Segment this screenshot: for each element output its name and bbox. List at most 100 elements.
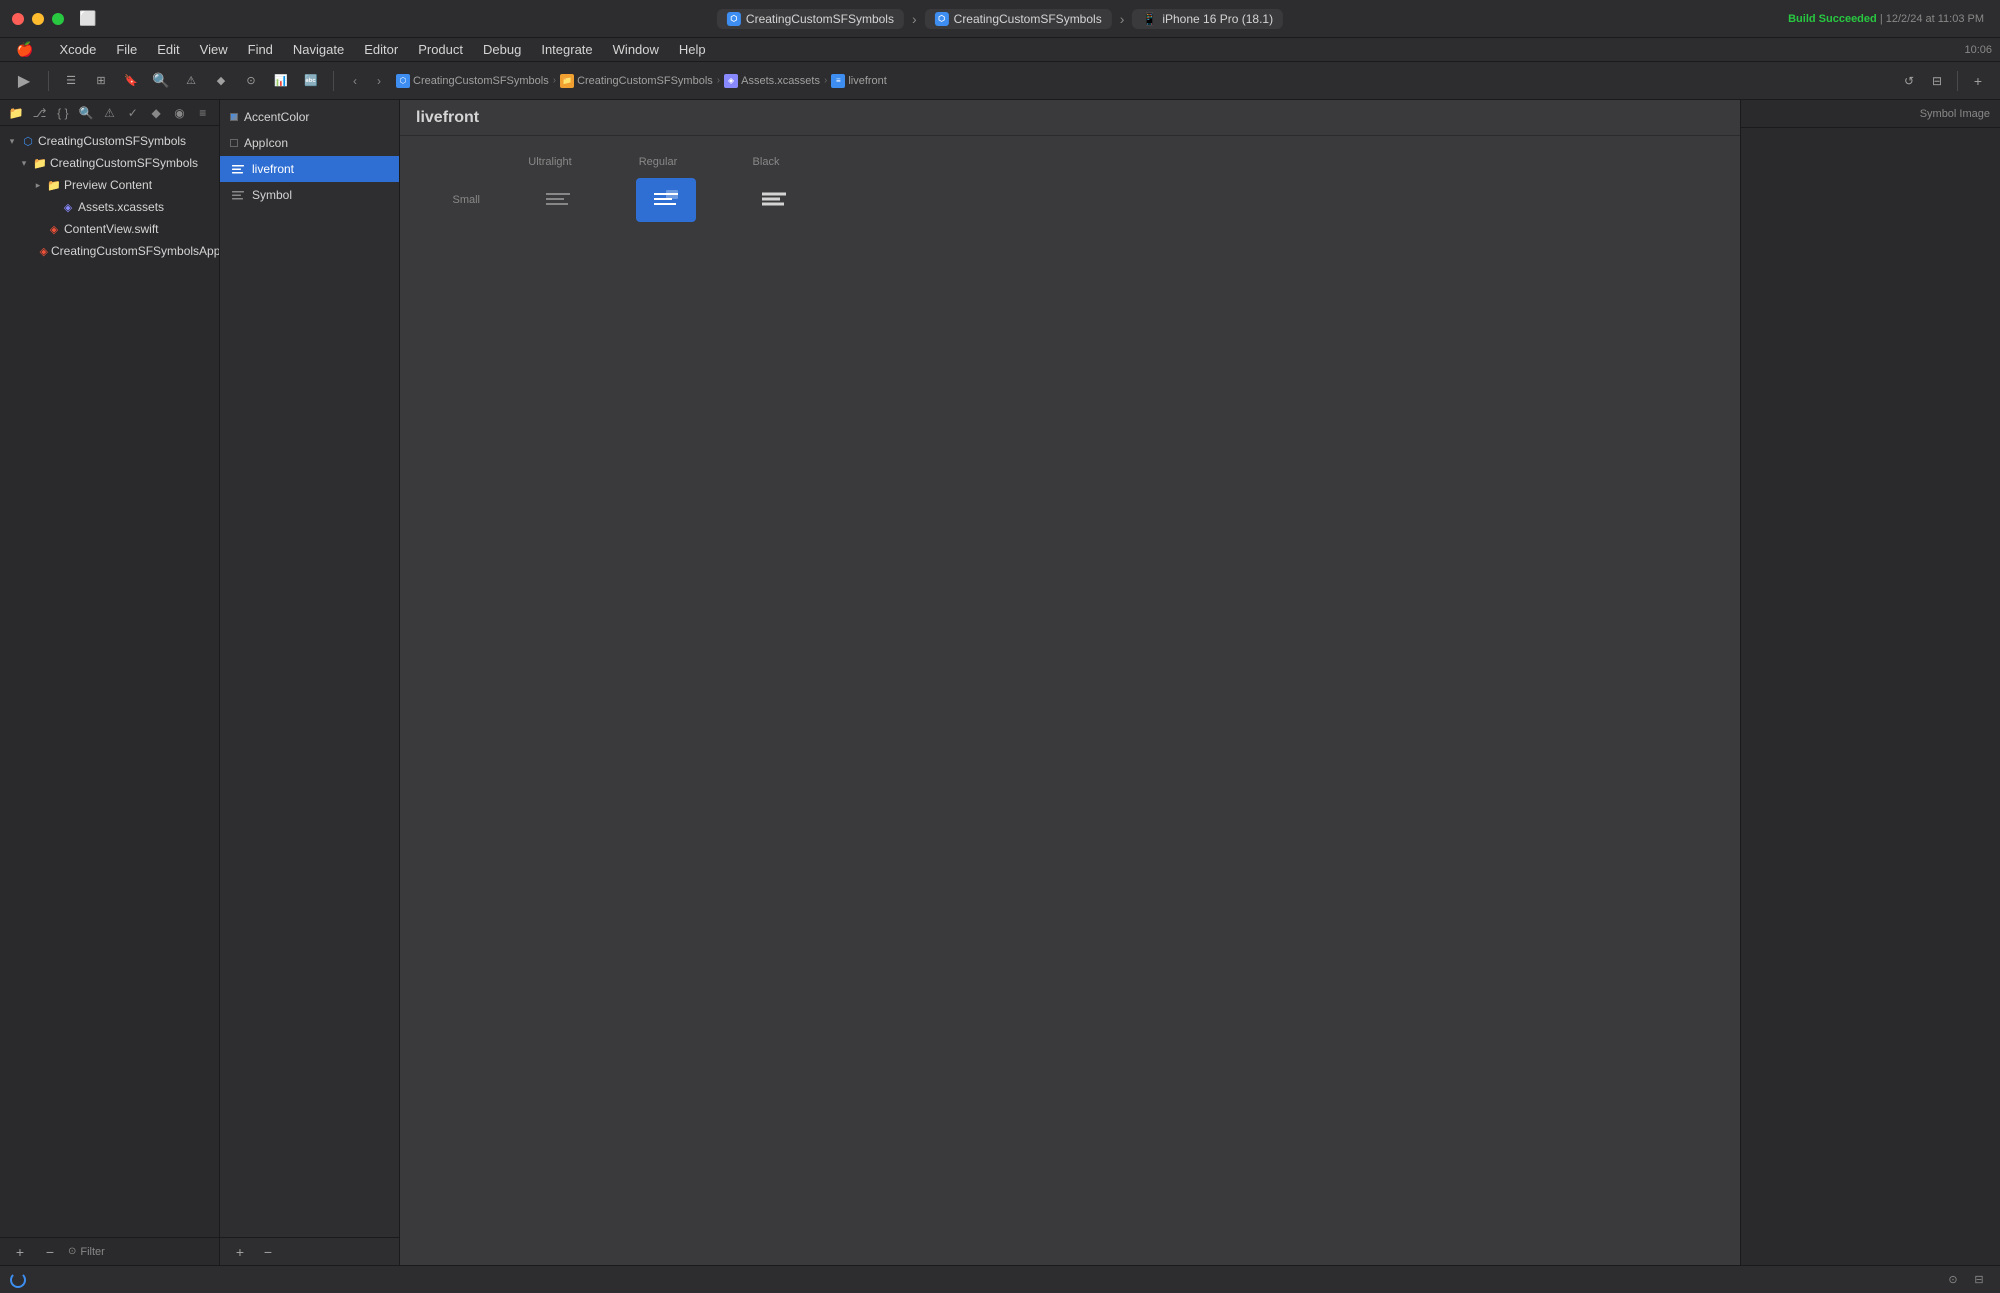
menu-edit[interactable]: Edit [149, 40, 187, 59]
device-tab[interactable]: 📱 iPhone 16 Pro (18.1) [1132, 9, 1283, 29]
source-control-icon[interactable]: ⎇ [29, 102, 49, 124]
add-asset-button[interactable]: + [228, 1240, 252, 1264]
minimize-button[interactable] [32, 13, 44, 25]
remove-file-button[interactable]: − [38, 1240, 62, 1264]
memory-btn[interactable]: 📊 [269, 69, 293, 93]
breadcrumb-label-2: CreatingCustomSFSymbols [577, 75, 713, 87]
size-row-small: Small [440, 178, 804, 222]
find-icon[interactable]: 🔍 [76, 102, 96, 124]
asset-label-appicon: AppIcon [244, 136, 288, 150]
symbol-cell-regular[interactable] [636, 178, 696, 222]
remove-asset-button[interactable]: − [256, 1240, 280, 1264]
tree-item-app[interactable]: ▸ ◈ CreatingCustomSFSymbolsApp... [0, 240, 219, 262]
breadcrumb-label-1: CreatingCustomSFSymbols [413, 75, 549, 87]
bottom-console-btn[interactable]: ⊟ [1968, 1269, 1990, 1291]
tree-item-group[interactable]: ▾ 📁 CreatingCustomSFSymbols [0, 152, 219, 174]
menu-debug[interactable]: Debug [475, 40, 529, 59]
apple-menu[interactable]: 🍎 [8, 39, 41, 60]
add-file-button[interactable]: + [8, 1240, 32, 1264]
menu-editor[interactable]: Editor [356, 40, 406, 59]
breadcrumb-folder-icon: 📁 [560, 74, 574, 88]
issues-icon[interactable]: ⚠ [99, 102, 119, 124]
tree-label-root-project: CreatingCustomSFSymbols [38, 134, 186, 148]
layout-btn[interactable]: ⊟ [1925, 69, 1949, 93]
weight-black: Black [736, 156, 796, 168]
content-header: livefront [400, 100, 1740, 136]
add-editor-btn[interactable]: + [1966, 69, 1990, 93]
debug-icon[interactable]: ◆ [146, 102, 166, 124]
localize-btn[interactable]: 🔤 [299, 69, 323, 93]
tab-sep2: › [1120, 11, 1125, 27]
navigator-toggle[interactable]: ☰ [59, 69, 83, 93]
menu-file[interactable]: File [108, 40, 145, 59]
back-arrow[interactable]: ‹ [344, 70, 366, 92]
clock: 10:06 [1964, 44, 1992, 56]
forward-arrow[interactable]: › [368, 70, 390, 92]
breadcrumb-item-2[interactable]: 📁 CreatingCustomSFSymbols [560, 74, 713, 88]
app-file-icon: ◈ [40, 244, 48, 258]
reports-icon[interactable]: ≡ [193, 102, 213, 124]
asset-item-symbol[interactable]: Symbol [220, 182, 399, 208]
refresh-btn[interactable]: ↺ [1897, 69, 1921, 93]
runtime-btn[interactable]: ⊙ [239, 69, 263, 93]
menu-help[interactable]: Help [671, 40, 714, 59]
menu-integrate[interactable]: Integrate [533, 40, 600, 59]
breadcrumb-item-3[interactable]: ◈ Assets.xcassets [724, 74, 820, 88]
toolbar-divider-1 [48, 71, 49, 91]
sidebar-toggle-button[interactable]: ⬜ [76, 7, 100, 31]
breadcrumb-bar: ⬡ CreatingCustomSFSymbols › 📁 CreatingCu… [396, 74, 1891, 88]
menu-window[interactable]: Window [605, 40, 667, 59]
run-button[interactable]: ▶ [10, 67, 38, 95]
breadcrumb-item-4[interactable]: ≡ livefront [831, 74, 887, 88]
symbols-icon[interactable]: { } [53, 102, 73, 124]
size-small-label: Small [440, 194, 480, 206]
inspector-header: Symbol Image [1741, 100, 2000, 128]
asset-item-accentcolor[interactable]: AccentColor [220, 104, 399, 130]
chevron-preview: ▸ [32, 179, 44, 191]
source-icon: ⬡ [935, 12, 949, 26]
inspector: Symbol Image [1740, 100, 2000, 1265]
preview-folder-icon: 📁 [47, 178, 61, 192]
inspector-toggle[interactable]: ⊞ [89, 69, 113, 93]
asset-label-symbol: Symbol [252, 188, 292, 202]
title-bar-center: ⬡ CreatingCustomSFSymbols › ⬡ CreatingCu… [717, 9, 1283, 29]
tree-label-app: CreatingCustomSFSymbolsApp... [51, 244, 219, 258]
device-icon: 📱 [1142, 12, 1157, 26]
tree-item-contentview[interactable]: ▸ ◈ ContentView.swift [0, 218, 219, 240]
search-btn[interactable]: 🔍 [149, 69, 173, 93]
menu-product[interactable]: Product [410, 40, 471, 59]
breadcrumb-item-1[interactable]: ⬡ CreatingCustomSFSymbols [396, 74, 549, 88]
symbol-cell-black[interactable] [744, 178, 804, 222]
spacer-app: ▸ [32, 245, 37, 257]
menu-xcode[interactable]: Xcode [51, 40, 104, 59]
menu-navigate[interactable]: Navigate [285, 40, 352, 59]
breakpoint-btn[interactable]: ◆ [209, 69, 233, 93]
file-navigator: 📁 ⎇ { } 🔍 ⚠ ✓ ◆ ◉ ≡ ▾ ⬡ CreatingCustomSF… [0, 100, 220, 1265]
asset-item-livefront[interactable]: livefront [220, 156, 399, 182]
bookmarks-btn[interactable]: 🔖 [119, 69, 143, 93]
menu-view[interactable]: View [192, 40, 236, 59]
source-tab-label: CreatingCustomSFSymbols [954, 12, 1102, 26]
bottom-toggle-btn[interactable]: ⊙ [1942, 1269, 1964, 1291]
source-tab[interactable]: ⬡ CreatingCustomSFSymbols [925, 9, 1112, 29]
build-status: Build Succeeded | 12/2/24 at 11:03 PM [1788, 13, 1984, 25]
tree-item-root-project[interactable]: ▾ ⬡ CreatingCustomSFSymbols [0, 130, 219, 152]
tree-item-assets[interactable]: ▸ ◈ Assets.xcassets [0, 196, 219, 218]
breadcrumb-asset-icon: ◈ [724, 74, 738, 88]
menu-find[interactable]: Find [240, 40, 281, 59]
symbol-preview-black [758, 184, 790, 216]
tests-icon[interactable]: ✓ [123, 102, 143, 124]
breadcrumb-label-4: livefront [848, 75, 887, 87]
tree-item-preview[interactable]: ▸ 📁 Preview Content [0, 174, 219, 196]
maximize-button[interactable] [52, 13, 64, 25]
main-content: livefront Ultralight Regular Black Small [400, 100, 1740, 1265]
close-button[interactable] [12, 13, 24, 25]
breakpoints-icon[interactable]: ◉ [169, 102, 189, 124]
project-tab[interactable]: ⬡ CreatingCustomSFSymbols [717, 9, 904, 29]
toolbar-divider-3 [1957, 71, 1958, 91]
warning-btn[interactable]: ⚠ [179, 69, 203, 93]
files-icon[interactable]: 📁 [6, 102, 26, 124]
asset-item-appicon[interactable]: AppIcon [220, 130, 399, 156]
symbol-cell-ultralight[interactable] [528, 178, 588, 222]
filter-label: Filter [80, 1246, 104, 1258]
